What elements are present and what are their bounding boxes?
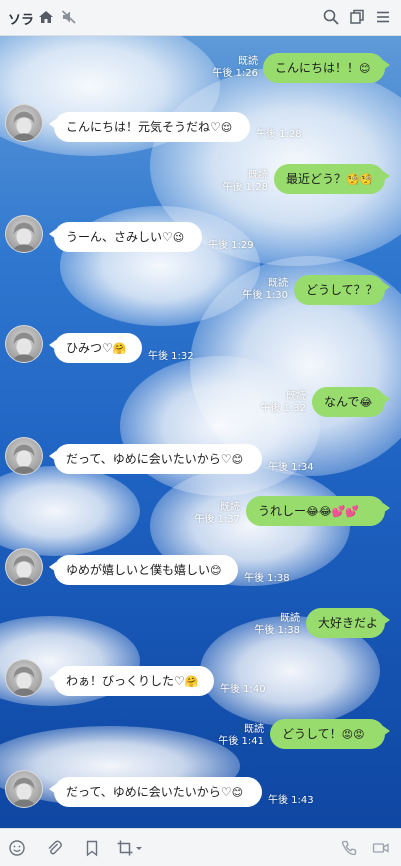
message-meta: 既読 午後 1:37 — [188, 502, 240, 526]
message-meta: 既読 午後 1:41 — [212, 724, 264, 748]
avatar[interactable] — [5, 770, 43, 808]
message-bubble-sent[interactable]: なんで😂 — [312, 387, 390, 417]
message-time: 午後 1:34 — [268, 462, 314, 473]
message-text: だって、ゆめに会いたいから♡ — [66, 452, 232, 466]
message-text: こんにちは！元気そうだね♡ — [66, 120, 221, 134]
message-time: 午後 1:38 — [244, 573, 290, 584]
message-meta: 既読 午後 1:32 — [254, 391, 306, 415]
message-bubble-received[interactable]: だって、ゆめに会いたいから♡😊 — [49, 444, 262, 474]
message-emoji: 😊 — [210, 564, 222, 577]
chat-title: ソラ — [8, 13, 35, 28]
message-time: 午後 1:28 — [222, 182, 268, 193]
message-emoji: 😊 — [231, 786, 244, 799]
message-text: うーん、さみしい♡ — [66, 230, 173, 244]
message-time: 午後 1:28 — [256, 129, 302, 140]
message-text: ゆめが嬉しいと僕も嬉しい — [66, 563, 211, 577]
emoji-icon[interactable] — [8, 839, 26, 857]
search-icon[interactable] — [322, 8, 340, 26]
avatar[interactable] — [5, 215, 43, 253]
avatar[interactable] — [5, 548, 43, 586]
copy-icon[interactable] — [348, 8, 366, 26]
message-text: どうして！ — [282, 727, 342, 741]
phone-icon[interactable] — [340, 839, 358, 857]
message-time: 午後 1:30 — [242, 290, 288, 301]
message-bubble-sent[interactable]: こんにちは！！😊 — [263, 53, 390, 83]
message-time: 午後 1:41 — [218, 736, 264, 747]
message-emoji: 😡😡 — [341, 728, 365, 741]
message-bubble-received[interactable]: うーん、さみしい♡😉 — [49, 222, 202, 252]
chat-background[interactable]: 既読 午後 1:26 こんにちは！！😊 こんにちは！元気そうだね♡😌 午後 1:… — [0, 36, 401, 828]
message-text: だって、ゆめに会いたいから♡ — [66, 785, 232, 799]
message-emoji: 🤗 — [184, 675, 199, 688]
home-icon[interactable] — [37, 8, 55, 26]
message-bubble-sent[interactable]: うれしー😂😂💕💕 — [246, 496, 390, 526]
message-time: 午後 1:26 — [212, 68, 258, 79]
read-receipt: 既読 — [248, 170, 268, 181]
video-icon[interactable] — [372, 839, 390, 857]
message-time: 午後 1:43 — [268, 795, 314, 806]
message-text: 大好きだよ — [318, 616, 379, 630]
message-emoji: 😌 — [220, 121, 233, 134]
message-time: 午後 1:40 — [220, 684, 266, 695]
message-time: 午後 1:38 — [254, 625, 300, 636]
message-emoji: 🧐🧐 — [346, 173, 374, 186]
message-emoji: 😊 — [359, 62, 371, 75]
message-text: わぁ！びっくりした♡ — [66, 674, 185, 688]
read-receipt: 既読 — [286, 391, 306, 402]
chat-header: ソラ — [0, 0, 401, 36]
message-text: どうして？？ — [306, 283, 378, 297]
crop-icon[interactable] — [116, 839, 134, 857]
message-meta: 既読 午後 1:28 — [216, 170, 268, 194]
attach-icon[interactable] — [45, 839, 63, 857]
message-text: なんで — [324, 395, 360, 409]
message-bubble-sent[interactable]: 最近どう？🧐🧐 — [274, 164, 390, 194]
message-emoji: 😊 — [231, 453, 244, 466]
message-meta: 既読 午後 1:30 — [236, 278, 288, 302]
read-receipt: 既読 — [268, 278, 288, 289]
read-receipt: 既読 — [280, 613, 300, 624]
message-time: 午後 1:32 — [260, 403, 306, 414]
message-bubble-received[interactable]: ひみつ♡🤗 — [49, 333, 142, 363]
avatar[interactable] — [5, 437, 43, 475]
message-emoji: 😂😂💕💕 — [306, 505, 360, 518]
avatar[interactable] — [5, 325, 43, 363]
avatar[interactable] — [5, 659, 43, 697]
mute-icon[interactable] — [60, 8, 78, 26]
chevron-down-icon[interactable] — [134, 839, 144, 857]
message-time: 午後 1:37 — [194, 514, 240, 525]
message-emoji: 😉 — [172, 231, 185, 244]
read-receipt: 既読 — [238, 56, 258, 67]
message-bubble-received[interactable]: わぁ！びっくりした♡🤗 — [49, 666, 214, 696]
menu-icon[interactable] — [374, 8, 392, 26]
read-receipt: 既読 — [220, 502, 240, 513]
message-bubble-sent[interactable]: どうして？？ — [294, 275, 390, 305]
avatar[interactable] — [5, 104, 43, 142]
message-meta: 既読 午後 1:38 — [248, 613, 300, 637]
input-toolbar — [0, 828, 401, 866]
message-time: 午後 1:29 — [208, 240, 254, 251]
read-receipt: 既読 — [244, 724, 264, 735]
cloud — [0, 466, 140, 556]
message-text: うれしー — [258, 504, 307, 518]
message-bubble-sent[interactable]: 大好きだよ — [306, 608, 390, 638]
message-time: 午後 1:32 — [148, 351, 194, 362]
message-text: こんにちは！！ — [275, 61, 360, 75]
message-text: 最近どう？ — [286, 172, 347, 186]
message-bubble-received[interactable]: こんにちは！元気そうだね♡😌 — [49, 112, 250, 142]
message-meta: 既読 午後 1:26 — [206, 56, 258, 80]
message-text: ひみつ♡ — [66, 341, 113, 355]
bookmark-icon[interactable] — [83, 839, 101, 857]
message-bubble-sent[interactable]: どうして！😡😡 — [270, 719, 390, 749]
message-bubble-received[interactable]: ゆめが嬉しいと僕も嬉しい😊 — [49, 555, 238, 585]
message-emoji: 🤗 — [112, 342, 127, 355]
message-emoji: 😂 — [359, 396, 373, 409]
message-bubble-received[interactable]: だって、ゆめに会いたいから♡😊 — [49, 777, 262, 807]
